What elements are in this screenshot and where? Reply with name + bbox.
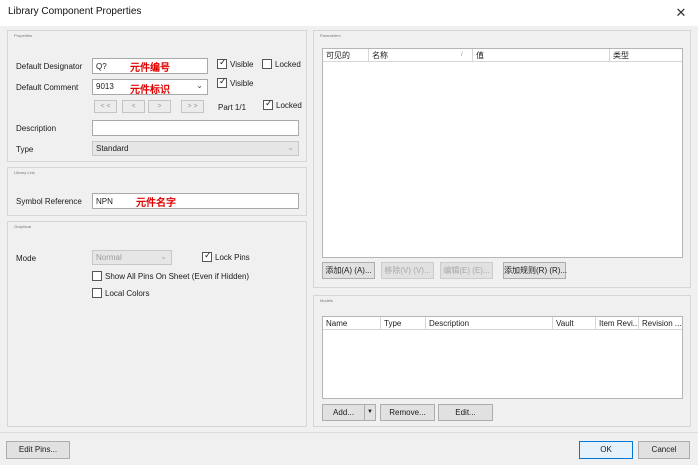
description-label: Description [16,124,57,133]
edit-pins-button[interactable]: Edit Pins... [6,441,70,459]
sort-indicator-icon: / [461,52,463,58]
edit-parameter-button[interactable]: 编辑(E) (E)... [440,262,493,279]
designator-visible-label: Visible [230,60,254,69]
remove-parameter-button[interactable]: 移除(V) (V)... [381,262,434,279]
prev-part-button[interactable]: < [122,100,145,113]
mode-value: Normal [96,253,122,262]
type-combo[interactable]: Standard ⌄ [92,141,299,156]
chevron-down-icon: ⌄ [287,143,294,152]
col-visible[interactable]: 可见的 [323,49,369,62]
type-value: Standard [96,144,129,153]
col-model-item-revision[interactable]: Item Revi... [596,317,639,330]
col-model-vault[interactable]: Vault [553,317,596,330]
models-grid-header: Name Type Description Vault Item Revi...… [323,317,682,330]
symbol-reference-input[interactable]: NPN [92,193,299,209]
parameters-grid-header: 可见的 名称 / 值 类型 [323,49,682,62]
part-locked-checkbox[interactable] [263,98,273,110]
col-value[interactable]: 值 [473,49,610,62]
local-colors-checkbox[interactable] [92,288,102,298]
col-model-type[interactable]: Type [381,317,426,330]
parameters-title: Parameters [320,33,341,38]
comment-annotation: 元件标识 [130,85,170,96]
chevron-down-icon: ⌄ [196,81,203,90]
local-colors-label: Local Colors [105,289,150,298]
mode-combo[interactable]: Normal ⌄ [92,250,172,265]
mode-label: Mode [16,254,37,263]
last-part-button[interactable]: > > [181,100,204,113]
add-parameter-button[interactable]: 添加(A) (A)... [322,262,375,279]
parameters-grid[interactable]: 可见的 名称 / 值 类型 [322,48,683,258]
library-link-title: Library Link [14,170,35,175]
col-model-name[interactable]: Name [323,317,381,330]
lock-pins-label: Lock Pins [215,253,250,262]
designator-annotation: 元件编号 [130,63,170,74]
cancel-button[interactable]: Cancel [638,441,690,459]
symbol-reference-label: Symbol Reference [16,197,82,206]
properties-title: Properties [14,33,33,38]
default-designator-label: Default Designator [16,62,83,71]
add-rule-button[interactable]: 添加规则(R) (R)... [503,262,567,279]
next-part-button[interactable]: > [148,100,171,113]
comment-visible-label: Visible [230,79,254,88]
col-name[interactable]: 名称 [369,49,473,62]
graphical-title: Graphical [14,224,32,229]
close-icon[interactable]: ✕ [672,4,690,22]
remove-model-button[interactable]: Remove... [380,404,435,421]
description-input[interactable] [92,120,299,136]
designator-visible-checkbox[interactable] [217,57,227,69]
window-title: Library Component Properties [8,6,142,17]
part-indicator: Part 1/1 [218,103,247,112]
split-dropdown-icon[interactable]: ▼ [364,404,376,421]
comment-visible-checkbox[interactable] [217,76,227,88]
add-model-button[interactable]: Add... [322,404,365,421]
type-label: Type [16,145,34,154]
default-comment-label: Default Comment [16,83,79,92]
designator-locked-label: Locked [275,60,301,69]
designator-locked-checkbox[interactable] [262,59,272,69]
col-model-description[interactable]: Description [426,317,553,330]
default-comment-value: 9013 [96,82,114,91]
col-type[interactable]: 类型 [610,49,682,62]
edit-model-button[interactable]: Edit... [438,404,493,421]
show-all-pins-label: Show All Pins On Sheet (Even if Hidden) [105,272,250,281]
models-title: Models [320,298,333,303]
models-grid[interactable]: Name Type Description Vault Item Revi...… [322,316,683,399]
show-all-pins-checkbox[interactable] [92,271,102,281]
symbol-annotation: 元件名字 [136,198,176,209]
chevron-down-icon: ⌄ [160,252,167,261]
col-model-revision[interactable]: Revision ... [639,317,682,330]
part-locked-label: Locked [276,101,302,110]
ok-button[interactable]: OK [579,441,633,459]
first-part-button[interactable]: < < [94,100,117,113]
lock-pins-checkbox[interactable] [202,250,212,262]
